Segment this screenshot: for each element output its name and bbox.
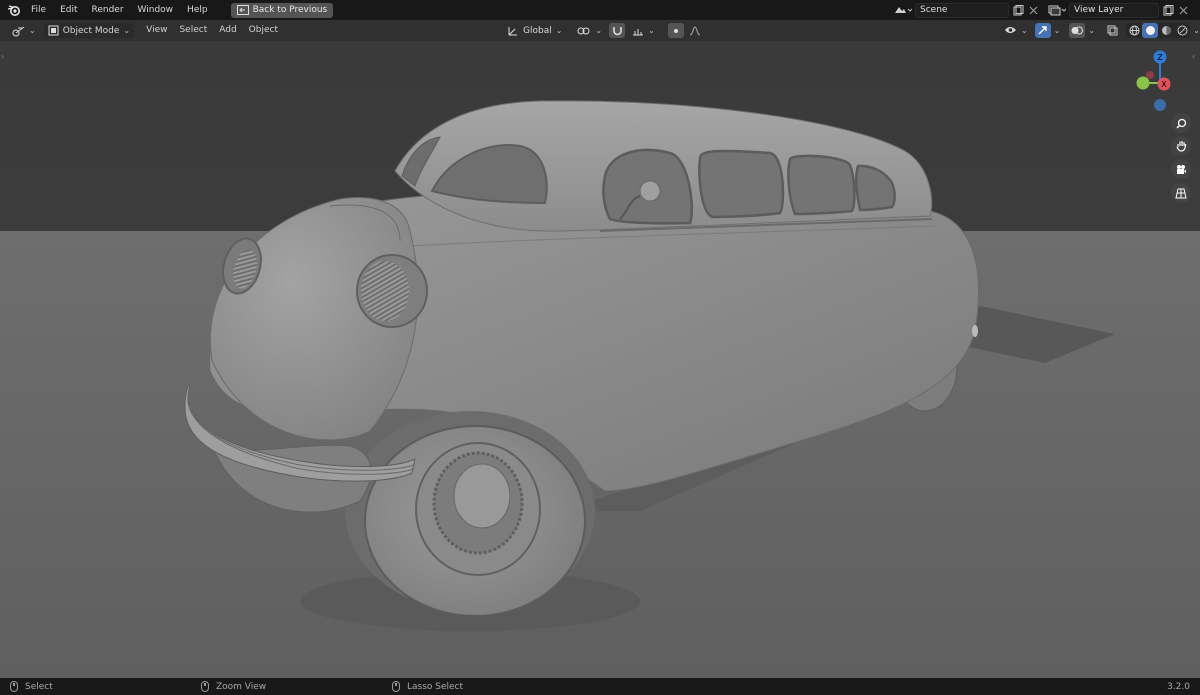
view-layer-new-icon[interactable] [1161, 3, 1176, 18]
proportional-edit-icon [673, 28, 678, 33]
menu-help[interactable]: Help [180, 0, 215, 20]
editor-type-icon [12, 26, 25, 36]
gizmo-toggle[interactable] [1034, 23, 1051, 38]
navigation-gizmo[interactable]: Z X [1128, 49, 1198, 119]
view-layer-name-field[interactable]: View Layer [1069, 2, 1159, 18]
view-layer-remove-icon[interactable] [1176, 3, 1191, 18]
solid-shading-button[interactable] [1142, 23, 1159, 38]
view-layer-selector: View Layer [1045, 2, 1191, 18]
menu-window[interactable]: Window [131, 0, 181, 20]
back-to-previous-label: Back to Previous [252, 5, 328, 15]
shading-options-chevron-icon[interactable]: ⌄ [1193, 26, 1200, 35]
pivot-point-icon [577, 27, 590, 34]
overlays-icon [1071, 26, 1084, 35]
menu-edit[interactable]: Edit [53, 0, 84, 20]
scene-new-icon[interactable] [1011, 3, 1026, 18]
snap-toggle[interactable] [609, 23, 626, 38]
magnet-icon [612, 27, 622, 36]
status-lasso-label: Lasso Select [407, 681, 464, 692]
rendered-shading-button[interactable] [1174, 23, 1190, 38]
menu-select[interactable]: Select [173, 20, 213, 41]
wireframe-sphere-icon [1129, 25, 1140, 36]
visibility-dropdown[interactable]: ⌄ [1000, 23, 1032, 38]
chevron-down-icon: ⌄ [1021, 26, 1028, 35]
material-preview-button[interactable] [1158, 23, 1174, 38]
grid-perspective-icon [1175, 188, 1187, 198]
camera-icon [1177, 164, 1186, 174]
falloff-dropdown[interactable] [687, 23, 703, 38]
back-screen-icon [236, 5, 249, 15]
chevron-down-icon[interactable]: ⌄ [1054, 26, 1061, 35]
mode-dropdown[interactable]: Object Mode ⌄ [43, 23, 135, 38]
mode-label: Object Mode [62, 25, 120, 36]
perspective-toggle-gizmo[interactable] [1171, 183, 1191, 203]
car-model-render [0, 41, 1200, 678]
status-select-hint: Select [10, 681, 53, 692]
material-sphere-icon [1161, 26, 1171, 35]
version-info: 3.2.0 [1167, 682, 1190, 692]
middle-mouse-icon [201, 681, 209, 692]
3d-viewport[interactable]: › ‹ Z X [0, 41, 1200, 678]
scene-name: Scene [920, 5, 948, 15]
right-mouse-icon [392, 681, 400, 692]
scene-remove-icon[interactable] [1026, 3, 1041, 18]
menu-object[interactable]: Object [243, 20, 284, 41]
shading-mode-group [1126, 23, 1191, 38]
chevron-down-icon[interactable]: ⌄ [1088, 26, 1095, 35]
proportional-edit-toggle[interactable] [667, 23, 684, 38]
magnifier-icon [1175, 118, 1186, 129]
chevron-down-icon: ⌄ [648, 26, 655, 35]
toolbar-expand-icon[interactable]: › [1, 52, 4, 61]
menu-render[interactable]: Render [85, 0, 131, 20]
status-lasso-hint: Lasso Select [392, 681, 463, 692]
orientation-axes-icon [508, 26, 517, 35]
pivot-point-dropdown[interactable]: ⌄ [573, 23, 606, 38]
camera-view-gizmo[interactable] [1171, 159, 1191, 179]
wireframe-shading-button[interactable] [1126, 23, 1142, 38]
object-mode-icon [48, 25, 59, 36]
status-zoom-hint: Zoom View [201, 681, 266, 692]
menu-view[interactable]: View [140, 20, 173, 41]
gizmo-arrow-icon [1038, 26, 1047, 35]
chevron-down-icon: ⌄ [555, 26, 563, 35]
editor-type-dropdown[interactable]: ⌄ [8, 23, 40, 38]
back-to-previous-button[interactable]: Back to Previous [230, 2, 334, 18]
z-axis-label: Z [1157, 53, 1163, 62]
falloff-curve-icon [689, 25, 700, 35]
xray-icon [1107, 25, 1118, 36]
rendered-sphere-icon [1177, 25, 1188, 36]
snap-increment-icon [633, 28, 644, 35]
chevron-down-icon: ⌄ [123, 26, 131, 35]
view-layer-browse-icon[interactable] [1045, 3, 1069, 18]
chevron-down-icon: ⌄ [595, 26, 603, 35]
pan-gizmo[interactable] [1171, 136, 1191, 156]
transform-orientation-dropdown[interactable]: Global ⌄ [503, 23, 566, 38]
eye-selectability-icon [1005, 27, 1016, 33]
scene-browse-icon[interactable] [891, 3, 915, 18]
scene-name-field[interactable]: Scene [915, 2, 1009, 18]
xray-toggle[interactable] [1104, 23, 1120, 38]
transform-orientation-label: Global [523, 25, 552, 36]
status-bar: Select Zoom View Lasso Select 3.2.0 [0, 678, 1200, 695]
version-label: 3.2.0 [1167, 681, 1190, 692]
viewport-shading-controls: ⌄ ⌄ ⌄ ⌄ [1000, 23, 1200, 38]
zoom-gizmo[interactable] [1171, 113, 1191, 133]
scene-selector: Scene [891, 2, 1041, 18]
x-axis-label: X [1161, 80, 1167, 89]
chevron-down-icon: ⌄ [29, 26, 36, 35]
snap-target-dropdown[interactable]: ⌄ [628, 23, 659, 38]
menu-file[interactable]: File [24, 0, 53, 20]
transform-controls: Global ⌄ ⌄ ⌄ [503, 23, 703, 38]
solid-sphere-icon [1145, 26, 1155, 35]
blender-logo-icon[interactable] [4, 0, 24, 20]
hand-icon [1175, 141, 1186, 152]
menu-add[interactable]: Add [213, 20, 242, 41]
status-zoom-label: Zoom View [216, 681, 267, 692]
left-mouse-icon [10, 681, 18, 692]
status-select-label: Select [25, 681, 53, 692]
overlays-toggle[interactable] [1069, 23, 1086, 38]
top-menu-bar: File Edit Render Window Help Back to Pre… [0, 0, 1200, 20]
view-layer-name: View Layer [1074, 5, 1124, 15]
